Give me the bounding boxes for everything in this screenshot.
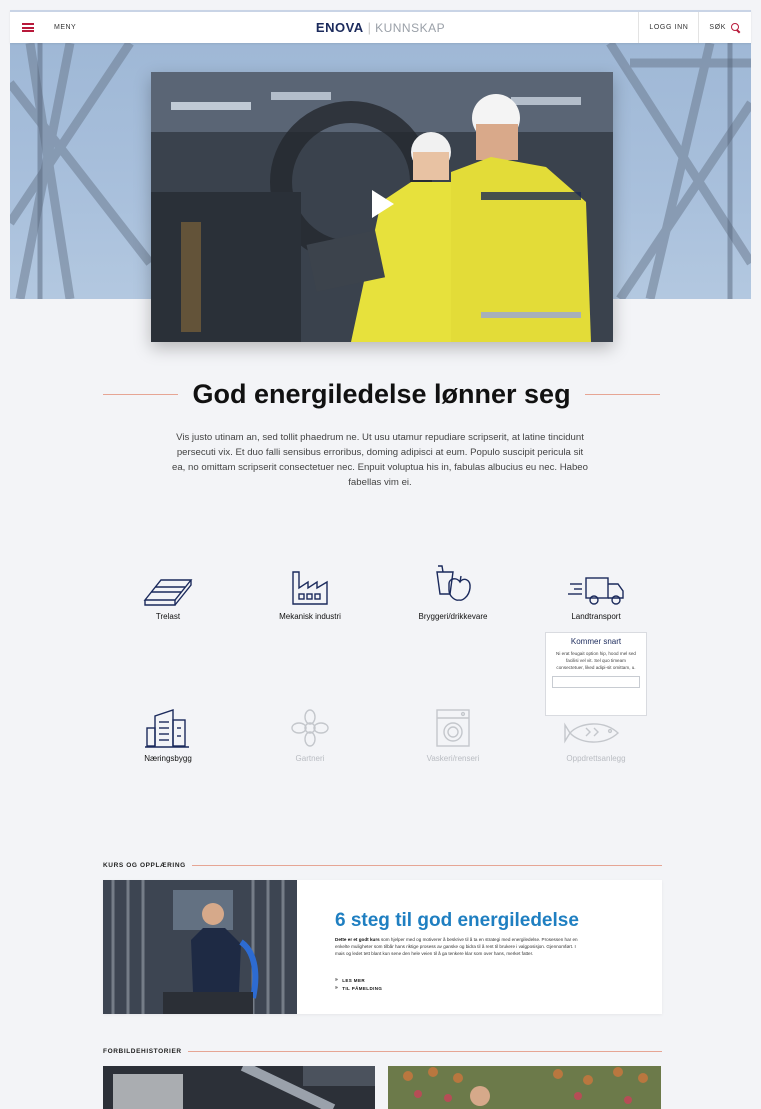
fish-icon	[536, 704, 656, 748]
enova-kunnskap-logo[interactable]: ENOVA | KUNNSKAP	[316, 20, 445, 35]
factory-icon	[250, 562, 370, 606]
top-navigation-bar: MENY ENOVA | KUNNSKAP LOGG INN SØK	[10, 10, 751, 43]
tooltip-email-input[interactable]	[552, 676, 640, 688]
course-description: Dette er et godt kurs som hjelper med og…	[335, 936, 585, 957]
story-card-2[interactable]	[388, 1066, 661, 1109]
section-rule	[191, 865, 662, 866]
category-vaskeri-renseri: Vaskeri/renseri	[393, 704, 513, 763]
course-section-header: KURS OG OPPLÆRING	[103, 862, 662, 869]
read-more-link[interactable]: » LES MER	[335, 977, 365, 983]
logo-sub: KUNNSKAP	[375, 20, 446, 35]
stories-section-header: FORBILDEHISTORIER	[103, 1048, 662, 1055]
course-description-bold: Dette er et godt kurs	[335, 937, 380, 942]
category-label: Gartneri	[295, 754, 325, 763]
logo-separator: |	[367, 20, 372, 35]
category-label: Trelast	[155, 612, 181, 621]
course-card[interactable]: 6 steg til god energiledelse Dette er et…	[103, 880, 662, 1014]
category-oppdrettsanlegg: Oppdrettsanlegg	[536, 704, 656, 763]
arrow-right-icon: »	[335, 985, 339, 991]
category-label: Mekanisk industri	[279, 612, 341, 621]
signup-link[interactable]: » TIL PÅMELDING	[335, 985, 382, 991]
washing-machine-icon	[393, 704, 513, 748]
beverage-icon	[393, 562, 513, 606]
category-mekanisk-industri[interactable]: Mekanisk industri	[250, 562, 370, 621]
headline-row: God energiledelse lønner seg	[103, 374, 661, 414]
category-trelast[interactable]: Trelast	[108, 562, 228, 621]
menu-button[interactable]: MENY	[10, 12, 76, 43]
category-label: Næringsbygg	[144, 754, 192, 763]
intro-paragraph: Vis justo utinam an, sed tollit phaedrum…	[172, 432, 588, 488]
category-label: Bryggeri/drikkevare	[418, 612, 488, 621]
search-icon	[731, 22, 741, 33]
headline-rule-right	[584, 393, 661, 395]
logo-brand: ENOVA	[315, 20, 364, 35]
course-title[interactable]: 6 steg til god energiledelse	[335, 910, 579, 932]
section-title: FORBILDEHISTORIER	[103, 1048, 182, 1055]
category-bryggeri-drikkevare[interactable]: Bryggeri/drikkevare	[393, 562, 513, 621]
category-landtransport[interactable]: Landtransport	[536, 562, 656, 621]
section-rule	[187, 1051, 662, 1052]
headline-rule-left	[103, 393, 179, 395]
menu-label: MENY	[54, 24, 77, 31]
play-icon[interactable]	[372, 190, 394, 218]
hamburger-icon	[22, 23, 34, 32]
category-label: Oppdrettsanlegg	[566, 754, 626, 763]
tooltip-text: Ni erat feugait option hip, hood mel sed…	[556, 651, 636, 670]
search-button[interactable]: SØK	[698, 12, 751, 43]
office-building-icon	[108, 704, 228, 748]
category-naeringsbygg[interactable]: Næringsbygg	[108, 704, 228, 763]
page-title: God energiledelse lønner seg	[192, 378, 571, 409]
lumber-icon	[108, 562, 228, 606]
section-title: KURS OG OPPLÆRING	[103, 862, 186, 869]
course-image	[103, 880, 297, 1014]
truck-icon	[536, 562, 656, 606]
flower-icon	[250, 704, 370, 748]
search-label: SØK	[709, 24, 726, 31]
arrow-right-icon: »	[335, 977, 339, 983]
read-more-label: LES MER	[342, 977, 365, 983]
signup-label: TIL PÅMELDING	[342, 985, 383, 991]
login-link[interactable]: LOGG INN	[638, 12, 698, 43]
tooltip-title: Kommer snart	[570, 637, 622, 646]
story-card-1[interactable]	[103, 1066, 375, 1109]
category-label: Landtransport	[571, 612, 621, 621]
category-gartneri: Gartneri	[250, 704, 370, 763]
category-label: Vaskeri/renseri	[426, 754, 480, 763]
